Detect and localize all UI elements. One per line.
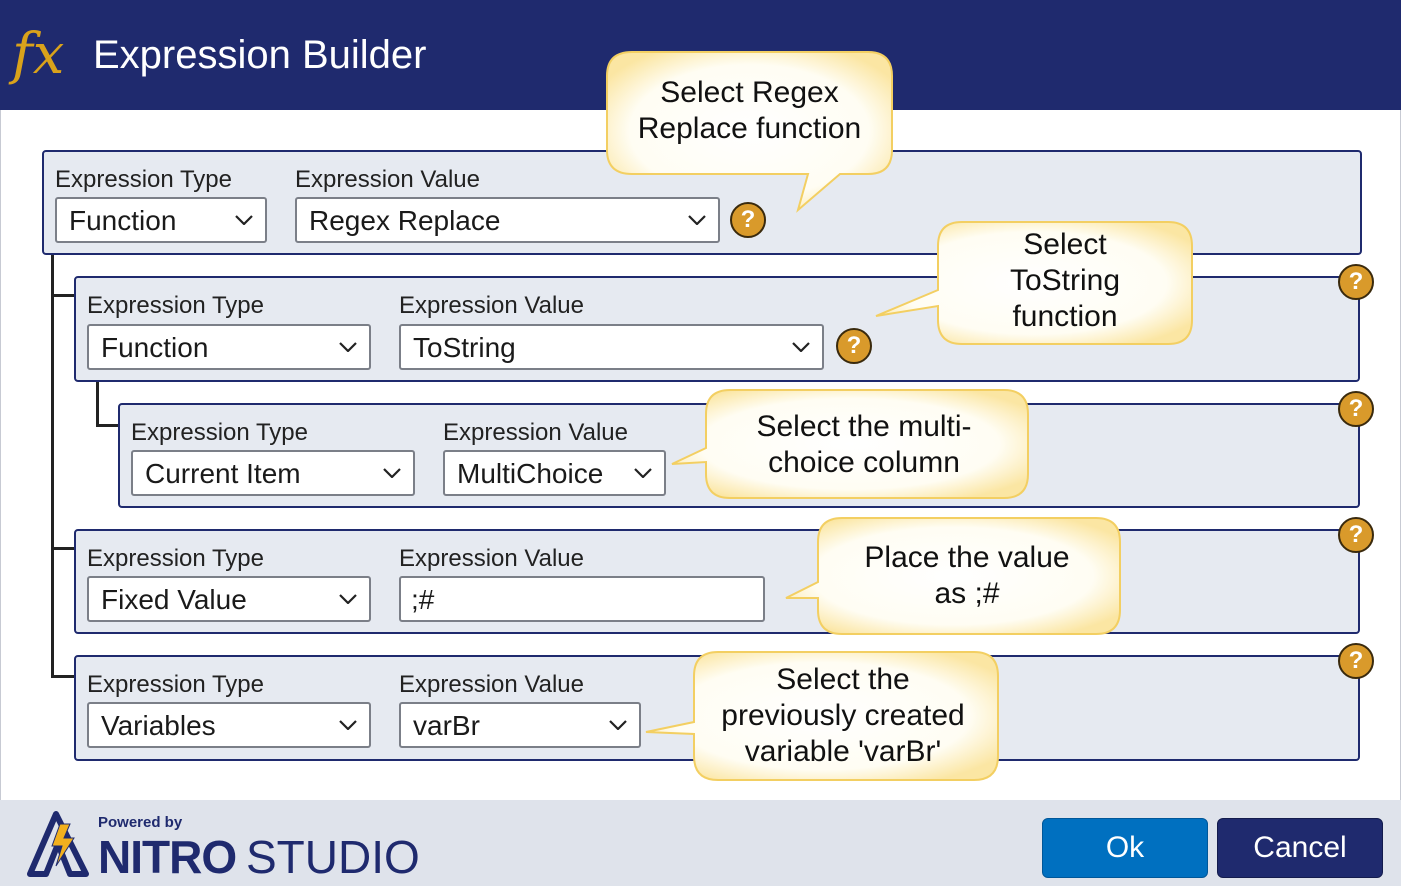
callout-text: Select the previously created variable '… bbox=[721, 663, 965, 768]
callout-1-text: Select Regex Replace function bbox=[607, 75, 892, 147]
callout-text: Select Regex Replace function bbox=[637, 76, 862, 145]
dialog-footer: Powered by NITRO STUDIO Ok Cancel bbox=[0, 800, 1401, 886]
callout-3-text: Select the multi- choice column bbox=[706, 409, 1022, 481]
nitro-logo-icon bbox=[27, 811, 89, 877]
brand-nitro: NITRO bbox=[98, 831, 237, 883]
brand-studio: STUDIO bbox=[246, 831, 420, 883]
callout-4-text: Place the value as ;# bbox=[818, 540, 1116, 612]
callout-5-text: Select the previously created variable '… bbox=[694, 662, 992, 770]
cancel-button[interactable]: Cancel bbox=[1217, 818, 1383, 878]
callout-2-text: Select ToString function bbox=[938, 227, 1192, 335]
ok-button[interactable]: Ok bbox=[1042, 818, 1208, 878]
callout-text: Select ToString function bbox=[1009, 228, 1121, 333]
powered-by-label: Powered by bbox=[98, 814, 183, 831]
callout-text: Place the value as ;# bbox=[864, 541, 1070, 610]
callout-text: Select the multi- choice column bbox=[756, 410, 972, 479]
